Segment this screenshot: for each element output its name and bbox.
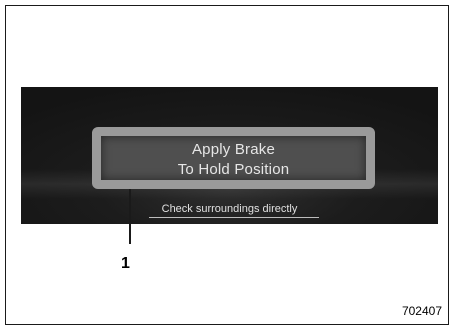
message-line-1: Apply Brake xyxy=(191,141,276,158)
message-line-2: To Hold Position xyxy=(177,161,290,178)
footer-underline xyxy=(149,217,319,218)
footer-warning-text: Check surroundings directly xyxy=(161,203,298,215)
callout-number: 1 xyxy=(121,255,130,272)
dashboard-display: Apply Brake To Hold Position Check surro… xyxy=(21,87,438,224)
figure-id: 702407 xyxy=(401,304,442,318)
message-box: Apply Brake To Hold Position xyxy=(92,127,375,189)
callout-leader-line xyxy=(129,189,131,244)
